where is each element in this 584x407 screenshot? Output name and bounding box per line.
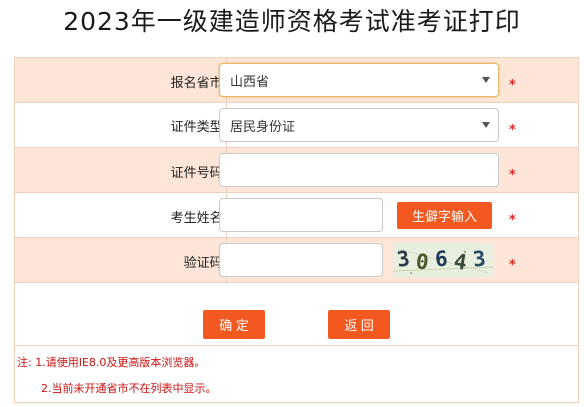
captcha-digit: 0 — [414, 249, 430, 275]
name-input[interactable] — [219, 198, 383, 232]
captcha-input[interactable] — [219, 243, 383, 277]
captcha-digit: 3 — [471, 246, 487, 272]
row-id-number: 证件号码: * — [15, 148, 578, 193]
required-mark: * — [509, 78, 516, 93]
id-type-selected-value: 居民身份证 — [230, 119, 296, 135]
actions-row: 确 定 返 回 — [15, 283, 578, 346]
chevron-down-icon — [482, 77, 490, 83]
note-line-1: 注: 1.请使用IE8.0及更高版本浏览器。 — [17, 356, 206, 369]
admission-ticket-form: 报名省市: 山西省 * 证件类型: 居民身份证 * 证件号码: * 考生姓名: … — [14, 57, 579, 403]
captcha-label: 验证码: — [183, 256, 227, 271]
name-label: 考生姓名: — [170, 211, 227, 226]
id-number-label: 证件号码: — [170, 166, 227, 181]
captcha-image[interactable]: 30643 — [393, 243, 493, 277]
chevron-down-icon — [482, 122, 490, 128]
province-label: 报名省市: — [170, 76, 227, 91]
required-mark: * — [509, 213, 516, 228]
required-mark: * — [509, 168, 516, 183]
back-button[interactable]: 返 回 — [328, 310, 390, 339]
captcha-digit: 4 — [452, 249, 469, 275]
rare-char-input-button[interactable]: 生僻字输入 — [397, 202, 492, 229]
captcha-digit: 3 — [395, 246, 412, 272]
province-select[interactable]: 山西省 — [219, 63, 499, 97]
province-selected-value: 山西省 — [230, 74, 270, 90]
row-id-type: 证件类型: 居民身份证 * — [15, 103, 578, 148]
required-mark: * — [509, 258, 516, 273]
row-captcha: 验证码: 30643 * — [15, 238, 578, 283]
required-mark: * — [509, 123, 516, 138]
notes-section: 注: 1.请使用IE8.0及更高版本浏览器。 2.当前未开通省市不在列表中显示。 — [15, 346, 578, 402]
id-type-select[interactable]: 居民身份证 — [219, 108, 499, 142]
id-type-label: 证件类型: — [170, 120, 227, 135]
row-province: 报名省市: 山西省 * — [15, 58, 578, 103]
confirm-button[interactable]: 确 定 — [203, 310, 265, 339]
note-line-2: 2.当前未开通省市不在列表中显示。 — [41, 382, 217, 395]
captcha-char: 30643 — [393, 243, 493, 277]
row-name: 考生姓名: 生僻字输入 * — [15, 193, 578, 238]
captcha-digit: 6 — [434, 246, 449, 272]
page-title: 2023年一级建造师资格考试准考证打印 — [63, 7, 521, 36]
id-number-input[interactable] — [219, 153, 499, 187]
